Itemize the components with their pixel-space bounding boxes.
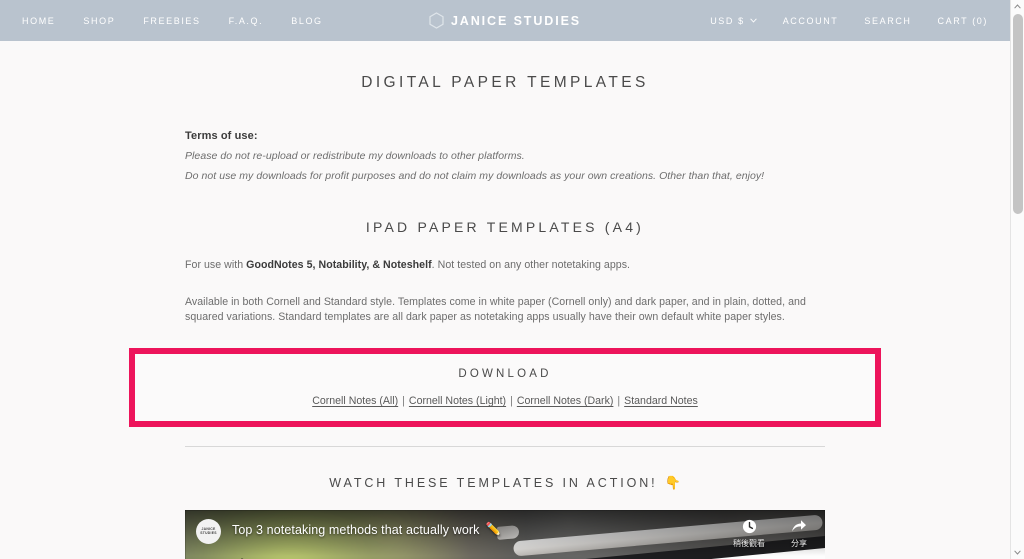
terms-of-use-section: Terms of use: Please do not re-upload or… — [185, 130, 825, 182]
scroll-up-arrow-glyph — [1014, 4, 1021, 9]
video-title-text: Top 3 notetaking methods that actually w… — [232, 522, 480, 537]
watch-section-title: WATCH THESE TEMPLATES IN ACTION! 👇 — [0, 475, 1010, 491]
download-link-standard[interactable]: Standard Notes — [624, 395, 698, 407]
styles-paragraph: Available in both Cornell and Standard s… — [185, 296, 806, 323]
site-logo-text: JANICE STUDIES — [450, 13, 582, 28]
youtube-video-embed[interactable]: JANICE STUDIES Top 3 notetaking methods … — [185, 510, 825, 559]
currency-selector[interactable]: USD $ — [710, 16, 757, 26]
video-title[interactable]: Top 3 notetaking methods that actually w… — [232, 522, 501, 537]
channel-avatar[interactable]: JANICE STUDIES — [196, 519, 221, 544]
avatar-line-2: STUDIES — [200, 530, 217, 535]
download-section: DOWNLOAD Cornell Notes (All) | Cornell N… — [129, 348, 881, 427]
pencil-icon: ✏️ — [485, 522, 502, 536]
cart-link[interactable]: CART (0) — [938, 16, 988, 26]
section-divider — [185, 446, 825, 447]
nav-faq[interactable]: F.A.Q. — [229, 16, 264, 26]
nav-freebies[interactable]: FREEBIES — [143, 16, 200, 26]
compat-text-post: . Not tested on any other notetaking app… — [431, 259, 631, 271]
watch-title-text: WATCH THESE TEMPLATES IN ACTION! — [329, 476, 658, 490]
content-wrapper: DIGITAL PAPER TEMPLATES Terms of use: Pl… — [185, 74, 825, 325]
video-action-buttons: 稍後觀看 分享 — [733, 519, 813, 549]
currency-label: USD $ — [710, 15, 745, 26]
nav-home[interactable]: HOME — [22, 16, 55, 26]
download-heading: DOWNLOAD — [458, 368, 552, 380]
site-logo-link[interactable]: JANICE STUDIES — [429, 12, 581, 29]
site-header: HOME SHOP FREEBIES F.A.Q. BLOG JANICE ST… — [0, 0, 1010, 41]
share-label: 分享 — [791, 539, 807, 548]
primary-navigation: HOME SHOP FREEBIES F.A.Q. BLOG — [22, 16, 323, 26]
watch-later-label: 稍後觀看 — [733, 539, 765, 548]
compat-text-pre: For use with — [185, 259, 247, 271]
utility-navigation: USD $ ACCOUNT SEARCH CART (0) — [710, 16, 988, 26]
scroll-up-arrow-icon[interactable] — [1011, 0, 1024, 13]
download-link-cornell-dark[interactable]: Cornell Notes (Dark) — [517, 395, 614, 407]
search-link[interactable]: SEARCH — [864, 16, 911, 26]
download-link-cornell-all[interactable]: Cornell Notes (All) — [312, 395, 398, 407]
clock-icon — [742, 519, 756, 534]
page-title: DIGITAL PAPER TEMPLATES — [361, 74, 649, 91]
scrollbar-thumb[interactable] — [1013, 14, 1023, 214]
pointing-down-hand-icon: 👇 — [664, 475, 681, 490]
share-button[interactable]: 分享 — [791, 519, 807, 549]
youtube-overlay-bar: JANICE STUDIES Top 3 notetaking methods … — [185, 510, 825, 556]
page-content: DIGITAL PAPER TEMPLATES Terms of use: Pl… — [0, 74, 1010, 559]
nav-shop[interactable]: SHOP — [83, 16, 115, 26]
nav-blog[interactable]: BLOG — [291, 16, 322, 26]
scroll-down-arrow-icon[interactable] — [1011, 546, 1024, 559]
section-title-ipad-templates: IPAD PAPER TEMPLATES (A4) — [365, 219, 645, 235]
terms-line-2: Do not use my downloads for profit purpo… — [185, 170, 765, 182]
compat-apps: GoodNotes 5, Notability, & Noteshelf — [246, 259, 432, 271]
link-separator: | — [617, 395, 621, 407]
scroll-down-arrow-glyph — [1014, 550, 1021, 555]
chevron-down-icon — [749, 18, 757, 23]
hexagon-logo-icon — [429, 12, 444, 29]
download-links-row: Cornell Notes (All) | Cornell Notes (Lig… — [312, 395, 698, 407]
link-separator: | — [402, 395, 405, 407]
share-arrow-icon — [792, 520, 806, 532]
terms-heading: Terms of use: — [185, 130, 258, 142]
download-link-cornell-light[interactable]: Cornell Notes (Light) — [409, 395, 506, 407]
account-link[interactable]: ACCOUNT — [783, 16, 839, 26]
watch-later-button[interactable]: 稍後觀看 — [733, 519, 765, 549]
compatibility-paragraph: For use with GoodNotes 5, Notability, & … — [185, 258, 825, 273]
link-separator: | — [510, 395, 513, 407]
vertical-scrollbar[interactable] — [1010, 0, 1024, 559]
terms-line-1: Please do not re-upload or redistribute … — [185, 150, 525, 162]
